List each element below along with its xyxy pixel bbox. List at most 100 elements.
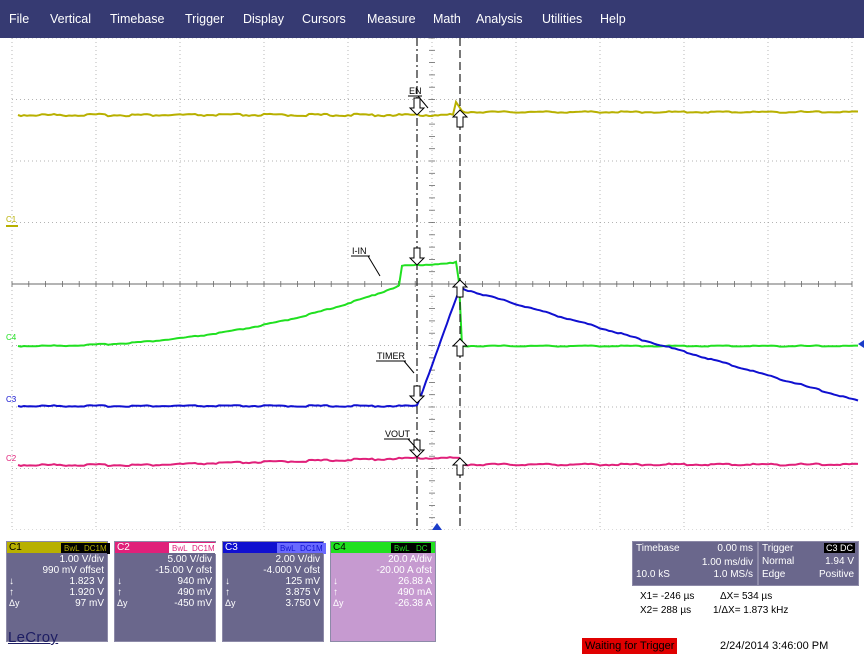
cursor-marker-up-vout <box>451 457 469 476</box>
trigger-slope: Positive <box>818 569 854 580</box>
c3-body: 2.00 V/div -4.000 V ofst ↓ 125 mV ↑ 3.875 … <box>223 553 323 641</box>
c1-dy-symbol: Δy <box>9 598 20 608</box>
trace-c4 <box>17 260 858 348</box>
marker-c1: C1 <box>6 215 17 224</box>
c4-down-symbol: ↓ <box>333 576 338 587</box>
c3-dy-value: 3.750 V <box>285 598 320 609</box>
c3-down-value: 125 mV <box>285 576 320 587</box>
menu-math[interactable]: Math <box>433 12 461 27</box>
menu-display[interactable]: Display <box>243 12 284 27</box>
cursor-x1-readout: X1= -246 µs <box>640 591 695 602</box>
menu-utilities[interactable]: Utilities <box>542 12 582 27</box>
c1-header: C1 BwL DC1M <box>7 542 110 554</box>
cursor-marker-up-timer <box>451 279 469 298</box>
trace-descriptor-c4[interactable]: C4 BwL DC 20.0 A/div -20.00 A ofst ↓ 26.8… <box>330 541 436 642</box>
trigger-descriptor[interactable]: Trigger C3 DC Normal 1.94 V Edge Positiv… <box>758 541 859 586</box>
timebase-samples: 10.0 kS <box>636 569 670 580</box>
c2-header: C2 BwL DC1M <box>115 542 218 554</box>
label-timer-leader <box>403 360 415 374</box>
menu-cursors[interactable]: Cursors <box>302 12 346 27</box>
timebase-descriptor[interactable]: Timebase 0.00 ms 1.00 ms/div 10.0 kS 1.0… <box>632 541 758 586</box>
c4-dy-symbol: Δy <box>333 598 344 608</box>
trigger-level: 1.94 V <box>825 556 854 567</box>
c4-body: 20.0 A/div -20.00 A ofst ↓ 26.88 A ↑ 490 m… <box>331 553 435 641</box>
c1-vdiv: 1.00 V/div <box>59 554 104 565</box>
marker-c4-right <box>858 340 864 348</box>
c3-down-symbol: ↓ <box>225 576 230 587</box>
c4-vdiv: 20.0 A/div <box>388 554 432 565</box>
trigger-label: Trigger <box>762 543 794 554</box>
c1-name: C1 <box>9 542 22 553</box>
c1-offset: 990 mV offset <box>42 565 104 576</box>
c2-dy-value: -450 mV <box>174 598 212 609</box>
c4-offset: -20.00 A ofst <box>376 565 432 576</box>
timestamp: 2/24/2014 3:46:00 PM <box>720 640 829 652</box>
menu-bar: File Vertical Timebase Trigger Display C… <box>0 0 864 38</box>
waveform-canvas: EN I-IN TIMER VOUT C1 C4 C3 C2 <box>6 38 864 530</box>
cursor-marker-up-iin <box>451 338 469 357</box>
trace-c1 <box>17 99 859 118</box>
c2-up-value: 490 mV <box>177 587 212 598</box>
cursor-dx-readout: ΔX= 534 µs <box>720 591 773 602</box>
trigger-position-marker <box>432 523 442 530</box>
c3-offset: -4.000 V ofst <box>263 565 320 576</box>
c1-up-symbol: ↑ <box>9 587 14 598</box>
trigger-status: Waiting for Trigger <box>582 638 678 654</box>
c1-up-value: 1.920 V <box>69 587 104 598</box>
trace-c3 <box>17 287 859 408</box>
label-iin: I-IN <box>352 246 367 256</box>
cursor-intersection-markers <box>408 97 469 476</box>
label-iin-leader <box>367 255 381 277</box>
timebase-rate: 1.0 MS/s <box>713 569 753 580</box>
trigger-tag: C3 DC <box>823 543 855 553</box>
c1-down-value: 1.823 V <box>69 576 104 587</box>
c1-body: 1.00 V/div 990 mV offset ↓ 1.823 V ↑ 1.920… <box>7 553 107 641</box>
lecroy-logo: LeCroy <box>8 629 59 646</box>
trace-descriptor-c1[interactable]: C1 BwL DC1M 1.00 V/div 990 mV offset ↓ 1.… <box>6 541 110 642</box>
cursor-x2-readout: X2= 288 µs <box>640 605 692 616</box>
menu-trigger[interactable]: Trigger <box>185 12 224 27</box>
c3-up-symbol: ↑ <box>225 587 230 598</box>
menu-file[interactable]: File <box>9 12 29 27</box>
c3-up-value: 3.875 V <box>285 587 320 598</box>
menu-help[interactable]: Help <box>600 12 626 27</box>
c2-dy-symbol: Δy <box>117 598 128 608</box>
label-en: EN <box>409 86 422 96</box>
c4-up-symbol: ↑ <box>333 587 338 598</box>
trace-c2 <box>17 456 859 468</box>
timebase-label: Timebase <box>636 543 680 554</box>
marker-c4: C4 <box>6 333 17 342</box>
c2-body: 5.00 V/div -15.00 V ofst ↓ 940 mV ↑ 490 mV… <box>115 553 215 641</box>
menu-analysis[interactable]: Analysis <box>476 12 523 27</box>
c4-header: C4 BwL DC <box>331 542 435 554</box>
marker-c2: C2 <box>6 454 17 463</box>
trace-descriptor-c2[interactable]: C2 BwL DC1M 5.00 V/div -15.00 V ofst ↓ 94… <box>114 541 218 642</box>
menu-measure[interactable]: Measure <box>367 12 416 27</box>
c3-header: C3 BwL DC1M <box>223 542 326 554</box>
c3-name: C3 <box>225 542 238 553</box>
menu-timebase[interactable]: Timebase <box>110 12 164 27</box>
c2-down-symbol: ↓ <box>117 576 122 587</box>
c4-dy-value: -26.38 A <box>394 598 432 609</box>
c3-dy-symbol: Δy <box>225 598 236 608</box>
c4-down-value: 26.88 A <box>398 576 432 587</box>
cursor-marker-down-iin <box>408 247 426 266</box>
c2-offset: -15.00 V ofst <box>155 565 212 576</box>
trace-descriptor-c3[interactable]: C3 BwL DC1M 2.00 V/div -4.000 V ofst ↓ 12… <box>222 541 326 642</box>
timebase-delay: 0.00 ms <box>717 543 753 554</box>
c2-up-symbol: ↑ <box>117 587 122 598</box>
waveform-display[interactable]: EN I-IN TIMER VOUT C1 C4 C3 C2 <box>0 38 864 530</box>
c4-name: C4 <box>333 542 346 553</box>
channel-level-markers: C1 C4 C3 C2 <box>6 215 864 463</box>
trigger-type: Edge <box>762 569 786 580</box>
label-vout: VOUT <box>385 429 411 439</box>
c2-name: C2 <box>117 542 130 553</box>
c4-up-value: 490 mA <box>397 587 432 598</box>
marker-c3: C3 <box>6 395 17 404</box>
menu-vertical[interactable]: Vertical <box>50 12 91 27</box>
label-timer: TIMER <box>377 351 405 361</box>
timebase-div: 1.00 ms/div <box>701 557 753 568</box>
c2-vdiv: 5.00 V/div <box>167 554 212 565</box>
c1-dy-value: 97 mV <box>75 598 104 609</box>
c2-down-value: 940 mV <box>177 576 212 587</box>
